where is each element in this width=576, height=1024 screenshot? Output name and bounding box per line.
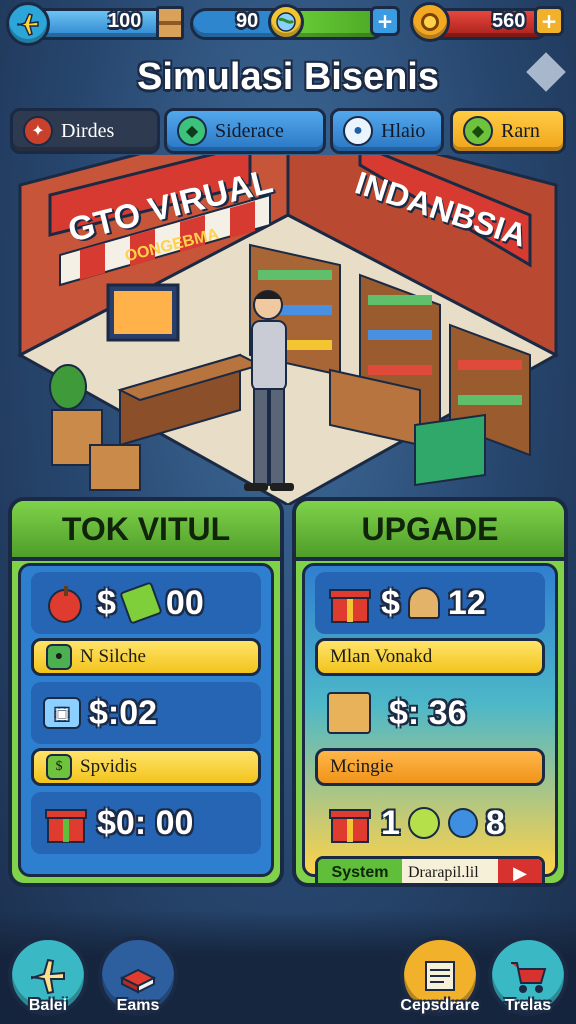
store-row-cash[interactable]: $ 00: [31, 572, 261, 634]
globe-icon: [268, 4, 304, 40]
store-panel: TOK VITUL $ 00 ● N Silche ▣ $:02 $ Spvid…: [8, 497, 284, 887]
play-button[interactable]: ▶: [498, 859, 542, 883]
airplane-icon[interactable]: [6, 2, 50, 46]
add-resource3-button[interactable]: +: [534, 6, 564, 36]
cash-icon: [119, 581, 163, 625]
upgrade-panel-body: $ 12 Mlan Vonakd $: 36 Mcingie 1 8 Syste…: [302, 563, 558, 883]
tab-label: Rarn: [501, 119, 540, 142]
money-icon: $: [46, 754, 72, 780]
store-gift-value: $0: 00: [97, 803, 194, 842]
system-label: System: [318, 859, 402, 883]
tab-label: Hlaio: [381, 119, 426, 142]
upgrade-row-label1[interactable]: Mlan Vonakd: [315, 638, 545, 676]
gem-icon: ◆: [177, 116, 207, 146]
store-panel-body: $ 00 ● N Silche ▣ $:02 $ Spvidis $0: 00: [18, 563, 274, 877]
add-resource2-button[interactable]: +: [370, 6, 400, 36]
store-row-income[interactable]: ▣ $:02: [31, 682, 261, 744]
upgrade-items-num2: 8: [485, 803, 505, 842]
gift-icon: [45, 809, 87, 843]
map-icon: [425, 961, 455, 991]
tab-label: Dirdes: [61, 119, 115, 142]
globe-icon: [447, 808, 478, 838]
upgrade-row-label2-text: Mcingie: [330, 756, 394, 777]
action-label: Drarapil.lil: [402, 859, 498, 883]
resource1-value: 100: [108, 10, 142, 32]
upgrade-action-bar: System Drarapil.lil ▶: [315, 856, 545, 883]
store-row-label2-text: Spvidis: [80, 756, 138, 777]
resource-bar: 100 90 + 560 +: [0, 0, 576, 50]
tab-rarn[interactable]: ◆ Rarn: [450, 108, 566, 154]
upgrade-row-items[interactable]: 1 8: [315, 792, 545, 854]
crate-icon: [156, 6, 184, 40]
upgrade-cost-value: 12: [447, 583, 486, 622]
cash-register-icon: ▣: [43, 697, 81, 729]
apple-icon: [48, 586, 82, 623]
page-title: Simulasi Bisenis: [136, 56, 439, 98]
upgrade-row-label1-text: Mlan Vonakd: [330, 646, 433, 667]
tab-dirdes[interactable]: ✦ Dirdes: [10, 108, 160, 154]
pencil-icon: [407, 807, 440, 839]
store-row-label1-text: N Silche: [80, 646, 146, 667]
upgrade-price-value: $: 36: [389, 693, 467, 732]
tab-label: Siderace: [215, 119, 284, 142]
tab-hlaio[interactable]: ● Hlaio: [330, 108, 444, 154]
currency-symbol: $: [381, 583, 400, 622]
currency-symbol: $: [97, 583, 116, 622]
upgrade-panel-title: UPGADE: [296, 501, 564, 561]
upgrade-row-label2[interactable]: Mcingie: [315, 748, 545, 786]
upgrade-items-num1: 1: [381, 803, 400, 842]
leaf-icon: ●: [46, 644, 72, 670]
store-row-label1[interactable]: ● N Silche: [31, 638, 261, 676]
gift-icon: ✦: [23, 116, 53, 146]
leaf-icon: ◆: [463, 116, 493, 146]
store-income-value: $:02: [89, 693, 158, 732]
crate-icon: [327, 692, 371, 734]
shopping-cart-icon: [511, 962, 547, 993]
store-cash-value: 00: [165, 583, 204, 622]
store-row-label2[interactable]: $ Spvidis: [31, 748, 261, 786]
nav-trelas-label: Trelas: [504, 997, 552, 1014]
store-scene: GTO VIRUAL INDANBSIA OONGEBMA: [0, 113, 576, 507]
gift-icon: [329, 809, 371, 843]
upgrade-row-cost[interactable]: $ 12: [315, 572, 545, 634]
resource3-value: 560: [492, 10, 526, 32]
bread-icon: [407, 587, 440, 619]
airplane-icon: [31, 958, 65, 995]
info-icon: ●: [343, 116, 373, 146]
coin-icon[interactable]: [410, 2, 450, 42]
nav-eams-label: Eams: [116, 997, 160, 1014]
store-row-gift[interactable]: $0: 00: [31, 792, 261, 854]
book-icon: [119, 968, 157, 994]
resource2-value: 90: [236, 10, 259, 32]
gift-icon: [329, 589, 371, 623]
store-panel-title: TOK VITUL: [12, 501, 280, 561]
upgrade-row-price[interactable]: $: 36: [315, 682, 545, 744]
upgrade-panel: UPGADE $ 12 Mlan Vonakd $: 36 Mcingie 1 …: [292, 497, 568, 887]
tab-siderace[interactable]: ◆ Siderace: [164, 108, 326, 154]
